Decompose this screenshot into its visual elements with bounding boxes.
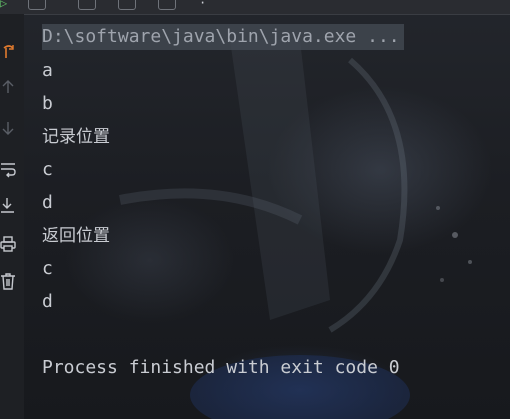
output-line: 记录位置 — [42, 127, 110, 147]
output-line: c — [42, 258, 53, 279]
rerun-icon[interactable] — [0, 42, 18, 60]
print-icon[interactable] — [0, 235, 18, 253]
trash-icon[interactable] — [0, 272, 18, 290]
output-line: 返回位置 — [42, 226, 110, 246]
scroll-down-icon[interactable] — [0, 120, 18, 138]
output-line: c — [42, 159, 53, 180]
output-line: d — [42, 192, 53, 213]
settings-icon[interactable] — [158, 0, 176, 10]
run-icon[interactable]: ▷ — [0, 0, 7, 10]
soft-wrap-icon[interactable] — [0, 160, 18, 178]
output-line: b — [42, 93, 53, 114]
run-toolbar: ▷ · — [0, 0, 510, 15]
more-icon[interactable]: · — [199, 0, 206, 10]
stop-icon[interactable] — [28, 0, 46, 10]
console-output[interactable]: D:\software\java\bin\java.exe ... a b 记录… — [24, 14, 510, 419]
exit-message: Process finished with exit code 0 — [42, 357, 400, 378]
camera-icon[interactable] — [78, 0, 96, 10]
restore-layout-icon[interactable] — [118, 0, 136, 10]
command-line[interactable]: D:\software\java\bin\java.exe ... — [42, 24, 404, 50]
scroll-to-end-icon[interactable] — [0, 197, 18, 215]
scroll-up-icon[interactable] — [0, 78, 18, 96]
output-line: d — [42, 291, 53, 312]
console-sidebar — [0, 14, 24, 419]
output-line: a — [42, 60, 53, 81]
run-tool-window: ▷ · D:\software\java\bin\java.exe ... a … — [0, 0, 510, 419]
